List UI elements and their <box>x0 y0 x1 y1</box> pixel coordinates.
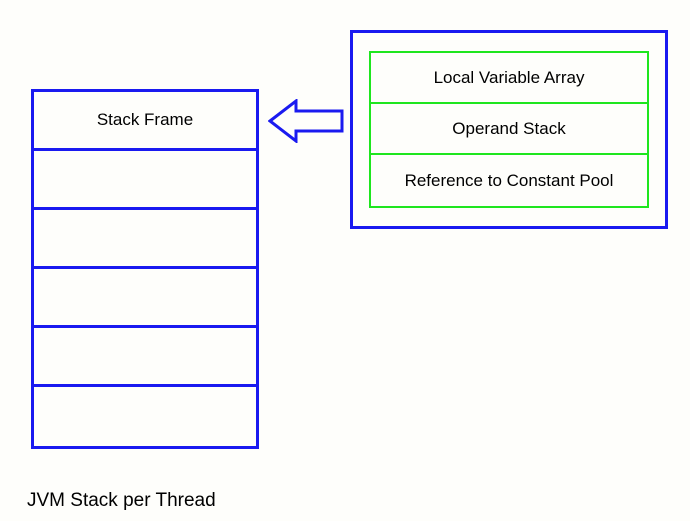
operand-stack-row: Operand Stack <box>371 104 647 155</box>
constant-pool-ref-label: Reference to Constant Pool <box>405 171 614 191</box>
frame-components-list: Local Variable Array Operand Stack Refer… <box>369 51 649 208</box>
stack-frame-label: Stack Frame <box>97 110 193 130</box>
stack-empty-row <box>34 387 256 446</box>
stack-empty-row <box>34 328 256 387</box>
stack-caption: JVM Stack per Thread <box>27 490 216 512</box>
local-variable-array-row: Local Variable Array <box>371 53 647 104</box>
stack-empty-row <box>34 151 256 210</box>
stack-empty-row <box>34 269 256 328</box>
stack-empty-row <box>34 210 256 269</box>
stack-frame-row: Stack Frame <box>34 92 256 151</box>
operand-stack-label: Operand Stack <box>452 119 565 139</box>
constant-pool-ref-row: Reference to Constant Pool <box>371 155 647 206</box>
arrow-left-icon <box>268 99 344 143</box>
local-variable-array-label: Local Variable Array <box>434 68 585 88</box>
jvm-stack-box: Stack Frame <box>31 89 259 449</box>
stack-frame-detail-box: Local Variable Array Operand Stack Refer… <box>350 30 668 229</box>
